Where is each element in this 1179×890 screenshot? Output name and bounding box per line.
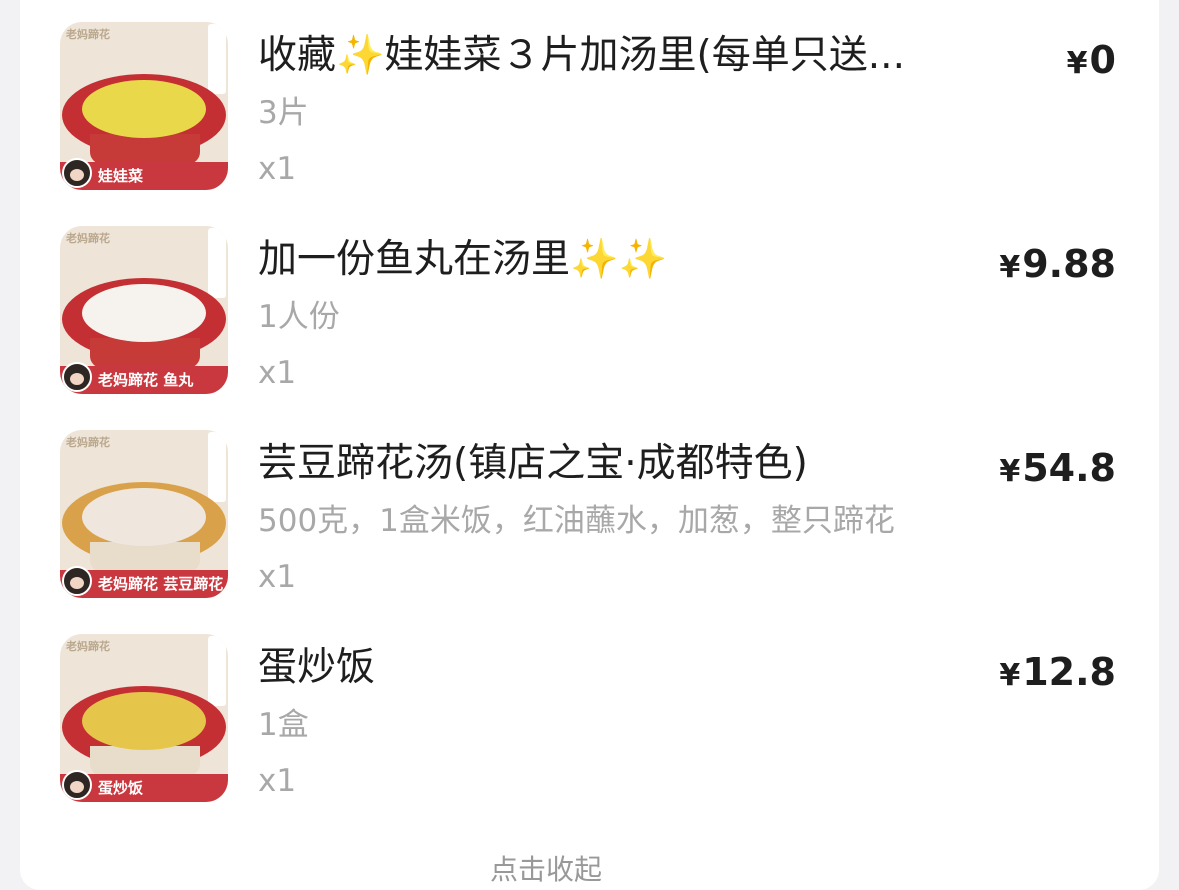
item-price: ¥54.8 bbox=[999, 444, 1116, 496]
dish-image: 老妈蹄花 娃娃菜 bbox=[60, 22, 228, 190]
item-quantity: x1 bbox=[258, 151, 297, 187]
mascot-avatar bbox=[62, 362, 92, 392]
item-quantity: x1 bbox=[258, 559, 297, 595]
item-price: ¥9.88 bbox=[999, 240, 1116, 292]
collapse-link[interactable]: 点击收起 bbox=[490, 848, 602, 888]
order-item[interactable]: 老妈蹄花 老妈蹄花 芸豆蹄花 芸豆蹄花汤(镇店之宝·成都特色) 500克，1盒米… bbox=[60, 430, 1120, 600]
food-shape bbox=[82, 284, 206, 342]
dish-image: 老妈蹄花 老妈蹄花 鱼丸 bbox=[60, 226, 228, 394]
food-shape bbox=[82, 692, 206, 750]
order-item[interactable]: 老妈蹄花 蛋炒饭 蛋炒饭 1盒 x1 ¥12.8 bbox=[60, 634, 1120, 804]
brand-logo: 老妈蹄花 bbox=[66, 232, 110, 245]
vertical-tag bbox=[208, 432, 226, 502]
item-name: 收藏✨娃娃菜３片加汤里(每单只送... bbox=[258, 33, 905, 78]
bowl-base bbox=[90, 338, 200, 368]
price-value: 54.8 bbox=[1022, 446, 1116, 490]
item-spec: 3片 bbox=[258, 95, 309, 131]
brand-logo: 老妈蹄花 bbox=[66, 640, 110, 653]
dish-image: 老妈蹄花 老妈蹄花 芸豆蹄花 bbox=[60, 430, 228, 598]
bowl-base bbox=[90, 134, 200, 164]
item-name: 加一份鱼丸在汤里✨✨ bbox=[258, 237, 668, 282]
brand-logo: 老妈蹄花 bbox=[66, 28, 110, 41]
item-quantity: x1 bbox=[258, 355, 297, 391]
mascot-avatar bbox=[62, 566, 92, 596]
item-price: ¥0 bbox=[1067, 36, 1116, 88]
price-value: 12.8 bbox=[1022, 650, 1116, 694]
order-item[interactable]: 老妈蹄花 娃娃菜 收藏✨娃娃菜３片加汤里(每单只送... 3片 x1 ¥0 bbox=[60, 22, 1120, 192]
item-spec: 1人份 bbox=[258, 299, 340, 335]
dish-image: 老妈蹄花 蛋炒饭 bbox=[60, 634, 228, 802]
currency-symbol: ¥ bbox=[1066, 46, 1088, 81]
currency-symbol: ¥ bbox=[999, 658, 1021, 693]
item-name: 芸豆蹄花汤(镇店之宝·成都特色) bbox=[258, 441, 808, 486]
brand-logo: 老妈蹄花 bbox=[66, 436, 110, 449]
vertical-tag bbox=[208, 24, 226, 94]
item-spec: 500克，1盒米饭，红油蘸水，加葱，整只蹄花 bbox=[258, 503, 895, 539]
bowl-base bbox=[90, 746, 200, 776]
currency-symbol: ¥ bbox=[999, 250, 1021, 285]
bowl-base bbox=[90, 542, 200, 572]
currency-symbol: ¥ bbox=[999, 454, 1021, 489]
price-value: 0 bbox=[1089, 38, 1116, 82]
vertical-tag bbox=[208, 636, 226, 706]
order-item[interactable]: 老妈蹄花 老妈蹄花 鱼丸 加一份鱼丸在汤里✨✨ 1人份 x1 ¥9.88 bbox=[60, 226, 1120, 396]
food-shape bbox=[82, 488, 206, 546]
item-name: 蛋炒饭 bbox=[258, 645, 376, 690]
item-quantity: x1 bbox=[258, 763, 297, 799]
item-spec: 1盒 bbox=[258, 707, 309, 743]
food-shape bbox=[82, 80, 206, 138]
price-value: 9.88 bbox=[1022, 242, 1116, 286]
item-price: ¥12.8 bbox=[999, 648, 1116, 700]
mascot-avatar bbox=[62, 158, 92, 188]
mascot-avatar bbox=[62, 770, 92, 800]
vertical-tag bbox=[208, 228, 226, 298]
